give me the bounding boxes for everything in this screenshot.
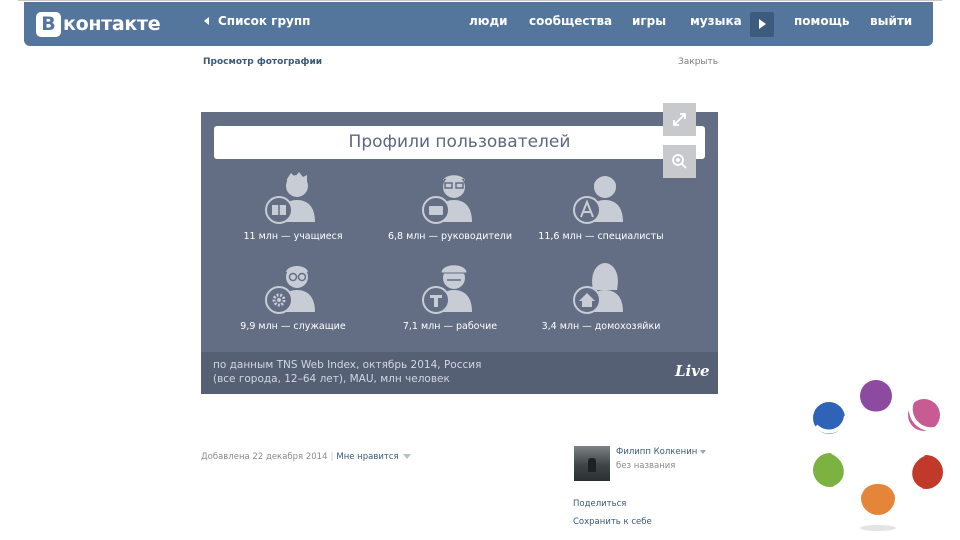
profile-caption: 11,6 млн — специалисты — [538, 231, 664, 242]
profile-caption: 11 млн — учащиеся — [243, 231, 343, 242]
top-nav: люди сообщества игры музыка помощь выйти — [24, 14, 933, 34]
avatar-figure — [588, 458, 596, 472]
nav-communities[interactable]: сообщества — [529, 14, 612, 28]
separator: | — [330, 452, 334, 462]
added-date: Добавлена 22 декабря 2014 — [201, 452, 328, 462]
profile-students: 11 млн — учащиеся — [218, 170, 368, 242]
profile-caption: 3,4 млн — домохозяйки — [541, 321, 661, 332]
live-logo: Live — [675, 362, 710, 380]
source-line-2: (все города, 12–64 лет), MAU, млн челове… — [213, 373, 450, 385]
profile-caption: 7,1 млн — рабочие — [402, 321, 498, 332]
profile-specialists: 11,6 млн — специалисты — [526, 170, 676, 242]
chevron-down-icon — [700, 449, 707, 454]
source-line-1: по данным TNS Web Index, октябрь 2014, Р… — [213, 359, 482, 371]
specialist-icon — [573, 176, 623, 224]
page: В контакте Список групп люди сообщества … — [0, 0, 960, 540]
fullscreen-button[interactable] — [663, 103, 696, 136]
profile-caption: 9,9 млн — служащие — [240, 321, 346, 332]
nav-music[interactable]: музыка — [690, 14, 742, 28]
photo-viewer-title: Просмотр фотографии — [203, 57, 323, 67]
site-header: В контакте Список групп люди сообщества … — [24, 2, 933, 46]
expand-icon — [673, 113, 686, 126]
close-viewer-link[interactable]: Закрыть — [678, 57, 718, 67]
infographic-footer: по данным TNS Web Index, октябрь 2014, Р… — [201, 352, 718, 394]
profile-workers: 7,1 млн — рабочие — [375, 260, 525, 332]
infographic-title: Профили пользователей — [214, 126, 705, 159]
share-link[interactable]: Поделиться — [573, 499, 626, 509]
album-name[interactable]: без названия — [616, 461, 675, 471]
photo-image[interactable]: Профили пользователей 11 млн — учащиеся — [201, 112, 718, 394]
profile-managers: 6,8 млн — руководители — [375, 170, 525, 242]
nav-games[interactable]: игры — [632, 14, 666, 28]
manager-icon — [422, 175, 472, 224]
zoom-button[interactable] — [663, 145, 696, 178]
worker-icon — [422, 264, 472, 314]
nav-people[interactable]: люди — [469, 14, 508, 28]
housewife-icon — [573, 263, 623, 314]
profile-housewives: 3,4 млн — домохозяйки — [526, 260, 676, 332]
profile-employees: 9,9 млн — служащие — [218, 260, 368, 332]
top-divider — [18, 0, 942, 1]
music-play-button[interactable] — [750, 12, 774, 37]
decorative-rings-logo — [813, 380, 943, 531]
save-to-my-photos-link[interactable]: Сохранить к себе — [573, 517, 652, 527]
student-icon — [265, 172, 315, 224]
nav-logout[interactable]: выйти — [870, 14, 912, 28]
like-link[interactable]: Мне нравится — [336, 452, 398, 462]
like-dropdown-icon[interactable] — [402, 454, 411, 459]
source-note: по данным TNS Web Index, октябрь 2014, Р… — [213, 358, 613, 386]
employee-icon — [265, 266, 315, 314]
profile-caption: 6,8 млн — руководители — [387, 231, 513, 242]
author-name: Филипп Колкенин — [616, 447, 698, 457]
author-avatar[interactable] — [574, 446, 610, 481]
author-name-link[interactable]: Филипп Колкенин — [616, 447, 707, 457]
photo-meta: Добавлена 22 декабря 2014 | Мне нравится — [201, 452, 411, 462]
nav-help[interactable]: помощь — [794, 14, 849, 28]
zoom-icon — [672, 154, 687, 169]
play-icon — [759, 19, 766, 29]
